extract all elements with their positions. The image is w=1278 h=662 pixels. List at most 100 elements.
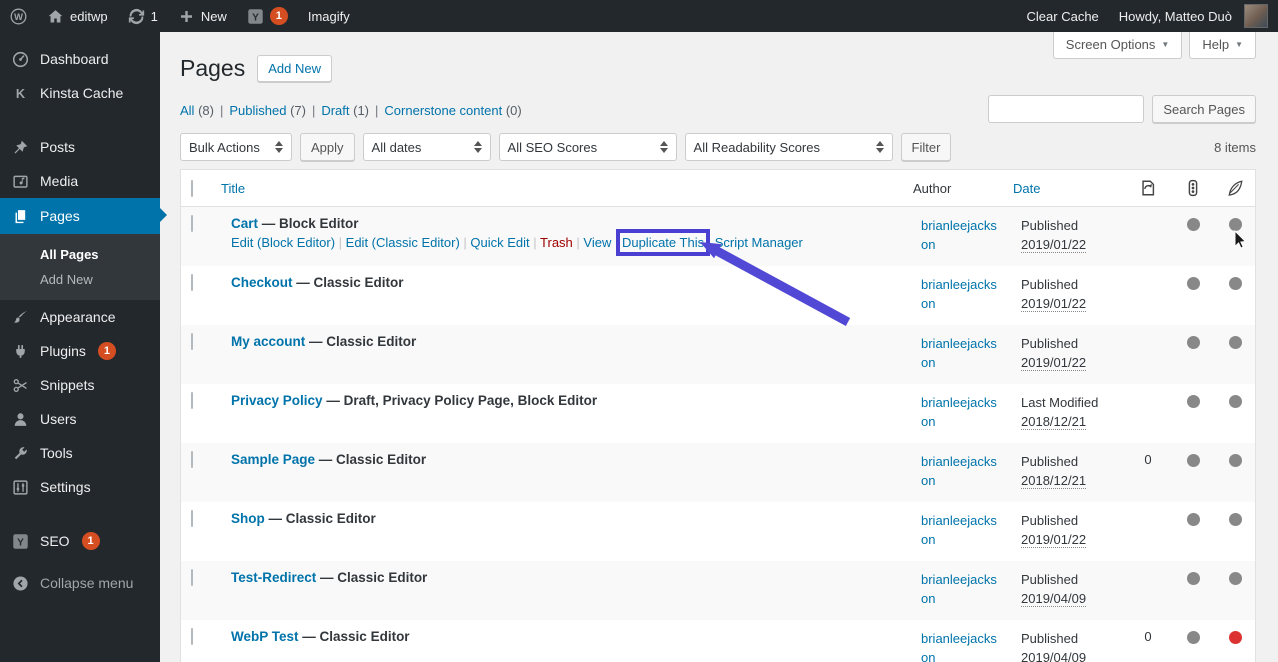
date-value: 2019/04/09: [1021, 648, 1117, 662]
submenu-item-add-new[interactable]: Add New: [0, 267, 160, 292]
author-link[interactable]: brianleejackson: [921, 395, 997, 429]
page-title-link[interactable]: Cart: [231, 216, 258, 231]
sidebar-item-tools[interactable]: Tools: [0, 436, 160, 470]
sidebar-item-settings[interactable]: Settings: [0, 470, 160, 504]
author-link[interactable]: brianleejackson: [921, 218, 997, 252]
row-author-cell: brianleejackson: [913, 561, 1009, 608]
search-input[interactable]: [988, 95, 1145, 123]
author-link[interactable]: brianleejackson: [921, 572, 997, 606]
author-link[interactable]: brianleejackson: [921, 631, 997, 662]
date-value: 2018/12/21: [1021, 412, 1117, 431]
page-title-link[interactable]: Checkout: [231, 275, 293, 290]
sidebar-item-media[interactable]: Media: [0, 164, 160, 198]
screen-options-button[interactable]: Screen Options ▼: [1052, 32, 1183, 59]
chevron-down-icon: ▼: [1161, 40, 1170, 49]
seo-score-dot: [1186, 336, 1200, 349]
column-header-date[interactable]: Date: [1013, 181, 1125, 196]
readability-scores-select[interactable]: All Readability Scores: [684, 133, 893, 161]
admin-bar-item-clear-cache[interactable]: Clear Cache: [1017, 0, 1109, 32]
date-value: 2019/01/22: [1021, 294, 1117, 313]
row-checkbox[interactable]: [191, 274, 193, 291]
page-title-link[interactable]: Shop: [231, 511, 265, 526]
admin-bar-item-imagify[interactable]: Imagify: [298, 0, 360, 32]
filter-link-all[interactable]: All: [180, 103, 194, 118]
row-checkbox[interactable]: [191, 333, 193, 350]
settings-icon: [10, 479, 30, 496]
seo-score-cell: [1171, 266, 1215, 290]
admin-bar-item-new-content[interactable]: New: [168, 0, 237, 32]
sidebar-item-collapse-menu[interactable]: Collapse menu: [0, 566, 160, 600]
submenu-item-all-pages[interactable]: All Pages: [0, 242, 160, 267]
admin-bar-item-updates[interactable]: 1: [118, 0, 168, 32]
row-checkbox[interactable]: [191, 510, 193, 527]
filter-button[interactable]: Filter: [900, 133, 952, 161]
pages-table: Title Author Date Cart — Block Editor Edit (…: [180, 169, 1256, 662]
row-date-cell: Published 2019/01/22: [1013, 502, 1125, 549]
svg-text:Y: Y: [252, 12, 259, 23]
sidebar-item-pages[interactable]: Pages: [0, 198, 167, 234]
row-checkbox[interactable]: [191, 392, 193, 409]
row-author-cell: brianleejackson: [913, 502, 1009, 549]
row-action-edit-block-editor-[interactable]: Edit (Block Editor): [231, 235, 335, 250]
sidebar-item-users[interactable]: Users: [0, 402, 160, 436]
row-checkbox[interactable]: [191, 569, 193, 586]
row-checkbox[interactable]: [191, 628, 193, 645]
readability-score-cell: [1215, 502, 1255, 526]
filter-link-draft[interactable]: Draft: [321, 103, 349, 118]
row-action-duplicate-this[interactable]: Duplicate This: [615, 229, 711, 256]
apply-button[interactable]: Apply: [300, 133, 355, 161]
row-date-cell: Published 2019/01/22: [1013, 266, 1125, 313]
bulk-actions-select[interactable]: Bulk Actions: [180, 133, 292, 161]
row-checkbox[interactable]: [191, 451, 193, 468]
row-action-script-manager[interactable]: Script Manager: [715, 235, 803, 250]
row-title-cell: Privacy Policy — Draft, Privacy Policy P…: [221, 384, 913, 408]
page-title-link[interactable]: Test-Redirect: [231, 570, 316, 585]
admin-bar-item-yoast-notifications[interactable]: Y1: [237, 0, 298, 32]
author-link[interactable]: brianleejackson: [921, 454, 997, 488]
search-pages-button[interactable]: Search Pages: [1152, 95, 1256, 123]
author-link[interactable]: brianleejackson: [921, 513, 997, 547]
sidebar-item-snippets[interactable]: Snippets: [0, 368, 160, 402]
row-select-cell: [181, 325, 221, 350]
page-title-link[interactable]: Sample Page: [231, 452, 315, 467]
page-title-link[interactable]: My account: [231, 334, 305, 349]
dates-filter-select[interactable]: All dates: [362, 133, 491, 161]
dashboard-icon: [10, 51, 30, 68]
filter-link-published[interactable]: Published: [229, 103, 286, 118]
author-link[interactable]: brianleejackson: [921, 277, 997, 311]
help-button[interactable]: Help ▼: [1189, 32, 1256, 59]
admin-bar-item-site-name[interactable]: editwp: [37, 0, 118, 32]
add-new-button[interactable]: Add New: [257, 55, 332, 82]
column-header-title[interactable]: Title: [221, 181, 913, 196]
row-author-cell: brianleejackson: [913, 325, 1009, 372]
row-action-trash[interactable]: Trash: [540, 235, 573, 250]
row-checkbox[interactable]: [191, 215, 193, 232]
seo-scores-select[interactable]: All SEO Scores: [498, 133, 677, 161]
sidebar-item-seo[interactable]: Y SEO 1: [0, 524, 160, 558]
sidebar-item-plugins[interactable]: Plugins 1: [0, 334, 160, 368]
sidebar-item-appearance[interactable]: Appearance: [0, 300, 160, 334]
page-title-link[interactable]: WebP Test: [231, 629, 299, 644]
sidebar-item-kinsta-cache[interactable]: K Kinsta Cache: [0, 76, 160, 110]
row-action-edit-classic-editor-[interactable]: Edit (Classic Editor): [346, 235, 460, 250]
date-value: 2018/12/21: [1021, 471, 1117, 490]
admin-bar-item-wordpress-logo[interactable]: W: [0, 0, 37, 32]
row-action-quick-edit[interactable]: Quick Edit: [470, 235, 529, 250]
admin-bar-item-account[interactable]: Howdy, Matteo Duò: [1109, 0, 1278, 32]
date-text: 2019/04/09: [1021, 650, 1087, 662]
readability-score-cell: [1215, 266, 1255, 290]
row-title-cell: Sample Page — Classic Editor: [221, 443, 913, 467]
script-count-cell: [1125, 502, 1171, 511]
sidebar-item-posts[interactable]: Posts: [0, 130, 160, 164]
row-select-cell: [181, 266, 221, 291]
page-title-link[interactable]: Privacy Policy: [231, 393, 323, 408]
readability-scores-select-value: All Readability Scores: [693, 139, 820, 155]
author-link[interactable]: brianleejackson: [921, 336, 997, 370]
select-all-checkbox[interactable]: [191, 179, 193, 197]
sidebar-item-dashboard[interactable]: Dashboard: [0, 42, 160, 76]
row-action-view[interactable]: View: [583, 235, 611, 250]
filter-link-cornerstone-content[interactable]: Cornerstone content: [384, 103, 502, 118]
filter-count: (0): [502, 103, 522, 118]
chevron-down-icon: ▼: [1235, 40, 1243, 49]
seo-score-dot: [1186, 513, 1200, 526]
